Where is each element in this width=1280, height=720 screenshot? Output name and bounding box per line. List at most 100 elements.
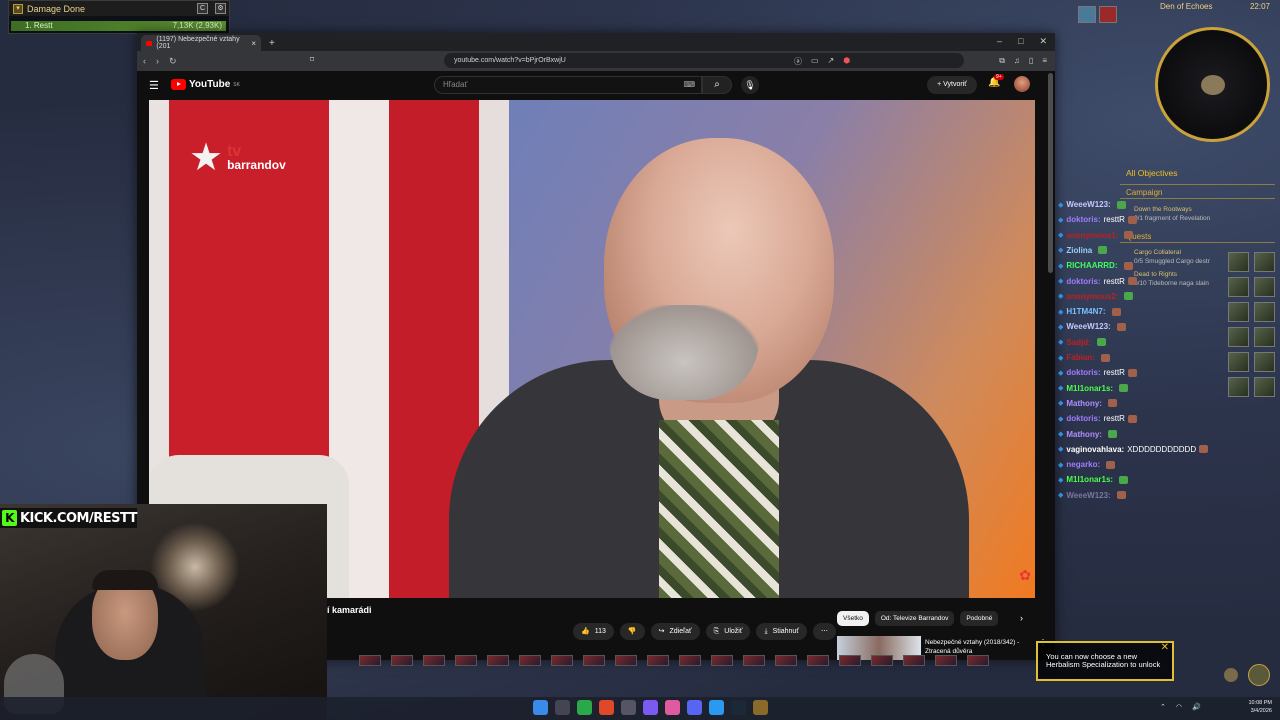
action-slot[interactable] — [839, 655, 861, 666]
share-button[interactable]: ↪ Zdieľať — [650, 623, 700, 640]
chat-username[interactable]: WeeeW123: — [1066, 491, 1110, 500]
action-slot[interactable] — [1254, 377, 1275, 397]
herbalism-notice[interactable]: You can now choose a new Herbalism Speci… — [1036, 641, 1174, 681]
back-icon[interactable]: ‹ — [143, 56, 146, 66]
chat-username[interactable]: RICHAARRD: — [1066, 261, 1117, 270]
extension-icon[interactable]: ⬢ — [843, 56, 850, 67]
action-slot[interactable] — [903, 655, 925, 666]
reset-button[interactable]: C — [197, 3, 208, 14]
mic-icon[interactable]: 🎙 — [741, 76, 759, 94]
action-slot[interactable] — [423, 655, 445, 666]
cast-icon[interactable]: ▭ — [811, 56, 819, 67]
close-tab-icon[interactable]: × — [251, 39, 256, 48]
browser-tab[interactable]: (1197) Nebezpečné vztahy (201 × — [141, 35, 261, 51]
chat-username[interactable]: Ziolina — [1066, 246, 1092, 255]
chat-username[interactable]: anonymous2: — [1066, 292, 1118, 301]
reload-icon[interactable]: ↻ — [169, 56, 177, 67]
like-button[interactable]: 👍 113 — [573, 623, 614, 640]
notifications-icon[interactable]: 🔔 9+ — [988, 74, 1004, 88]
chat-username[interactable]: WeeeW123: — [1066, 200, 1110, 209]
damage-meter[interactable]: ▾ Damage Done C ⚙ 1. Restt 7,13K (2,93K) — [8, 0, 230, 34]
menu-icon[interactable]: ≡ — [1042, 56, 1047, 67]
discord-icon[interactable] — [687, 700, 702, 715]
app-icon[interactable] — [643, 700, 658, 715]
action-slot[interactable] — [711, 655, 733, 666]
create-button[interactable]: + Vytvoriť — [927, 76, 977, 94]
more-button[interactable]: ⋯ — [812, 623, 836, 640]
action-slot[interactable] — [487, 655, 509, 666]
damage-meter-header[interactable]: ▾ Damage Done C ⚙ — [9, 1, 229, 16]
campaign-header[interactable]: Campaign — [1126, 188, 1162, 197]
action-slot[interactable] — [455, 655, 477, 666]
close-icon[interactable]: ✕ — [1161, 643, 1169, 653]
chat-username[interactable]: Mathony: — [1066, 430, 1102, 439]
chat-username[interactable]: M1l1onar1s: — [1066, 475, 1113, 484]
volume-icon[interactable]: 🔊 — [1192, 703, 1201, 711]
buff-icon[interactable] — [1078, 6, 1096, 23]
action-slot[interactable] — [935, 655, 957, 666]
keyboard-icon[interactable]: ⌨ — [683, 77, 695, 93]
action-slot[interactable] — [1254, 302, 1275, 322]
chip-all[interactable]: Všetko — [837, 611, 869, 626]
settings-icon[interactable]: ⚙ — [215, 3, 226, 14]
minimap[interactable] — [1155, 27, 1270, 142]
new-tab-icon[interactable]: + — [269, 38, 275, 49]
action-slot[interactable] — [807, 655, 829, 666]
maximize-icon[interactable]: □ — [1018, 36, 1023, 47]
close-window-icon[interactable]: ✕ — [1039, 36, 1047, 47]
app-icon[interactable] — [665, 700, 680, 715]
chip-channel[interactable]: Od: Televize Barrandov — [874, 611, 955, 626]
chevron-right-icon[interactable]: › — [1020, 613, 1023, 623]
battlenet-icon[interactable] — [709, 700, 724, 715]
sidebar-icon[interactable]: ▯ — [1029, 56, 1033, 67]
chat-username[interactable]: doktoris: — [1066, 277, 1100, 286]
action-slot[interactable] — [391, 655, 413, 666]
chat-username[interactable]: WeeeW123: — [1066, 322, 1110, 331]
bag-icon[interactable] — [1224, 668, 1238, 682]
download-button[interactable]: ⤓ Stiahnuť — [756, 623, 807, 640]
save-button[interactable]: ⎘ Uložiť — [705, 623, 751, 640]
chat-username[interactable]: M1l1onar1s: — [1066, 384, 1113, 393]
action-slot[interactable] — [583, 655, 605, 666]
brave-icon[interactable] — [599, 700, 614, 715]
wow-icon[interactable] — [753, 700, 768, 715]
steam-icon[interactable] — [731, 700, 746, 715]
minimize-icon[interactable]: – — [997, 36, 1002, 47]
bookmark-icon[interactable]: ⌑ — [310, 55, 314, 64]
action-slot[interactable] — [615, 655, 637, 666]
chat-username[interactable]: anonymous1: — [1066, 231, 1118, 240]
action-slot[interactable] — [647, 655, 669, 666]
youtube-logo[interactable]: YouTube SK — [171, 79, 240, 90]
start-icon[interactable] — [533, 700, 548, 715]
action-slot[interactable] — [519, 655, 541, 666]
media-icon[interactable]: ♫ — [1014, 56, 1020, 67]
task-view-icon[interactable] — [555, 700, 570, 715]
forward-icon[interactable]: › — [156, 56, 159, 66]
chat-username[interactable]: Sadjd: — [1066, 338, 1090, 347]
avatar[interactable] — [1014, 76, 1030, 92]
chat-username[interactable]: negarko: — [1066, 460, 1100, 469]
chat-username[interactable]: vaginovahlava: — [1066, 445, 1124, 454]
search-button[interactable]: ⌕ — [702, 76, 732, 94]
translate-icon[interactable]: ⓐ — [794, 56, 802, 67]
action-slot[interactable] — [1254, 352, 1275, 372]
extensions-icon[interactable]: ⧉ — [999, 56, 1005, 67]
action-slot[interactable] — [871, 655, 893, 666]
chip-related[interactable]: Podobné — [960, 611, 999, 626]
action-slot[interactable] — [967, 655, 989, 666]
chat-username[interactable]: doktoris: — [1066, 215, 1100, 224]
dislike-button[interactable]: 👎 — [619, 623, 645, 640]
network-icon[interactable]: ◠ — [1176, 703, 1182, 711]
action-slot[interactable] — [743, 655, 765, 666]
action-slot[interactable] — [1254, 327, 1275, 347]
action-slot[interactable] — [1254, 277, 1275, 297]
chat-username[interactable]: doktoris: — [1066, 414, 1100, 423]
buff-icon[interactable] — [1099, 6, 1117, 23]
share-icon[interactable]: ↗ — [828, 56, 835, 67]
kick-app-icon[interactable] — [577, 700, 592, 715]
obs-icon[interactable] — [621, 700, 636, 715]
action-slot[interactable] — [679, 655, 701, 666]
chat-username[interactable]: Mathony: — [1066, 399, 1102, 408]
search-input[interactable]: Hľadať ⌨ — [434, 76, 702, 94]
dropdown-icon[interactable]: ▾ — [13, 3, 23, 14]
